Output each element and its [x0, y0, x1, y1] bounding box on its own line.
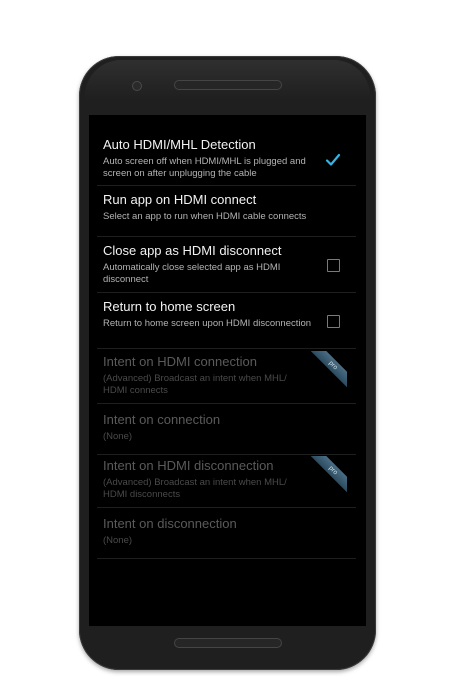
setting-title: Return to home screen: [103, 299, 236, 314]
pro-badge-label: pro: [311, 456, 347, 492]
setting-summary: (Advanced) Broadcast an intent when MHL/…: [103, 373, 287, 396]
checkbox-icon[interactable]: [327, 259, 340, 272]
setting-intent-hdmi-disconnection[interactable]: Intent on HDMI disconnection (Advanced) …: [97, 456, 356, 508]
bottom-speaker: [174, 638, 282, 648]
setting-title: Auto HDMI/MHL Detection: [103, 137, 256, 152]
setting-summary: Auto screen off when HDMI/MHL is plugged…: [103, 156, 306, 179]
setting-summary: Return to home screen upon HDMI disconne…: [103, 318, 312, 329]
setting-run-app-on-connect[interactable]: Run app on HDMI connect Select an app to…: [97, 192, 356, 237]
setting-summary: (None): [103, 535, 133, 546]
pro-ribbon-icon: pro: [311, 456, 347, 492]
setting-intent-on-disconnection[interactable]: Intent on disconnection (None): [97, 516, 356, 559]
pro-ribbon-icon: pro: [311, 351, 347, 387]
setting-return-home[interactable]: Return to home screen Return to home scr…: [97, 299, 356, 349]
setting-intent-hdmi-connection[interactable]: Intent on HDMI connection (Advanced) Bro…: [97, 351, 356, 404]
setting-title: Intent on HDMI connection: [103, 354, 257, 369]
settings-screen: Auto HDMI/MHL Detection Auto screen off …: [89, 115, 366, 626]
setting-title: Run app on HDMI connect: [103, 192, 257, 207]
pro-badge-label: pro: [311, 351, 347, 387]
setting-summary: (Advanced) Broadcast an intent when MHL/…: [103, 477, 287, 500]
phone-frame: Auto HDMI/MHL Detection Auto screen off …: [79, 56, 376, 670]
top-speaker: [174, 80, 282, 90]
setting-title: Close app as HDMI disconnect: [103, 243, 282, 258]
setting-summary: Automatically close selected app as HDMI…: [103, 262, 281, 285]
setting-summary: Select an app to run when HDMI cable con…: [103, 211, 307, 222]
setting-close-app-on-disconnect[interactable]: Close app as HDMI disconnect Automatical…: [97, 243, 356, 293]
checkmark-icon[interactable]: [325, 152, 341, 168]
setting-auto-hdmi-detection[interactable]: Auto HDMI/MHL Detection Auto screen off …: [97, 137, 356, 186]
setting-title: Intent on disconnection: [103, 516, 237, 531]
front-camera: [132, 81, 142, 91]
setting-title: Intent on HDMI disconnection: [103, 458, 274, 473]
setting-summary: (None): [103, 431, 133, 442]
setting-intent-on-connection[interactable]: Intent on connection (None): [97, 412, 356, 455]
checkbox-icon[interactable]: [327, 315, 340, 328]
setting-title: Intent on connection: [103, 412, 221, 427]
